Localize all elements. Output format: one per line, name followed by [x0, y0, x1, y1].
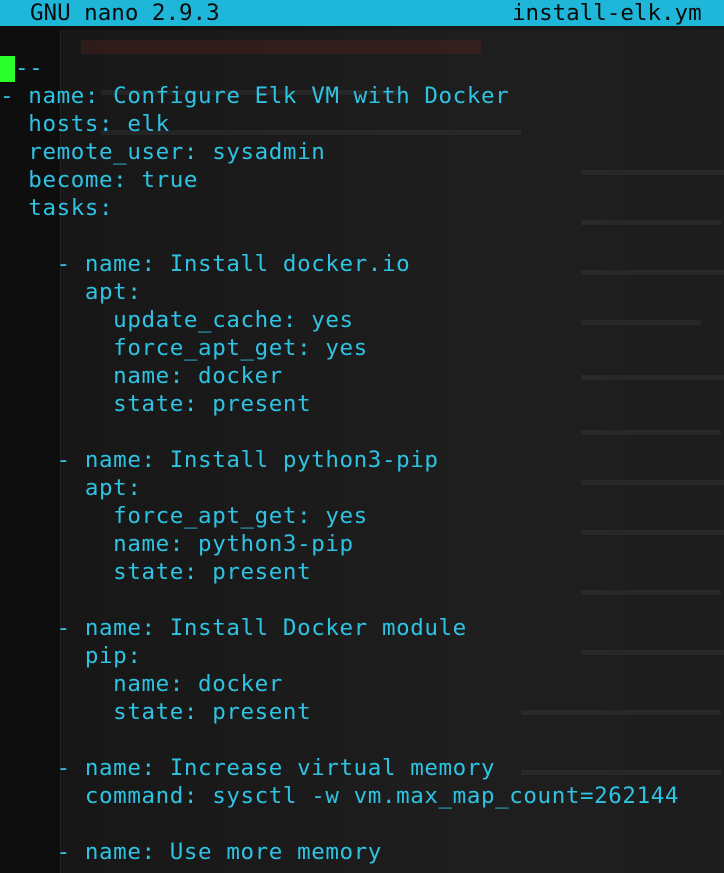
editor-line[interactable]: hosts: elk — [0, 110, 170, 138]
editor-line[interactable]: tasks: — [0, 194, 113, 222]
editor-line[interactable]: -- — [15, 54, 43, 82]
editor-line[interactable]: name: python3-pip — [0, 530, 354, 558]
editor-line[interactable]: - name: Install docker.io — [0, 250, 410, 278]
editor-line[interactable]: - name: Install Docker module — [0, 614, 467, 642]
editor-area[interactable]: -- - name: Configure Elk VM with Docker … — [0, 54, 724, 873]
editor-line[interactable]: name: docker — [0, 670, 283, 698]
editor-line[interactable]: apt: — [0, 278, 141, 306]
file-name: install-elk.ym — [512, 0, 702, 26]
editor-line[interactable]: apt: — [0, 474, 141, 502]
editor-line[interactable]: - name: Increase virtual memory — [0, 754, 495, 782]
editor-line[interactable]: become: true — [0, 166, 198, 194]
editor-line[interactable]: state: present — [0, 390, 311, 418]
editor-line[interactable]: remote_user: sysadmin — [0, 138, 325, 166]
editor-line[interactable]: name: docker — [0, 362, 283, 390]
editor-line[interactable]: state: present — [0, 698, 311, 726]
app-name: GNU nano 2.9.3 — [30, 0, 220, 26]
editor-line[interactable]: command: sysctl -w vm.max_map_count=2621… — [0, 782, 679, 810]
editor-line[interactable]: - name: Use more memory — [0, 838, 382, 866]
editor-line[interactable]: force_apt_get: yes — [0, 334, 368, 362]
nano-title-bar: GNU nano 2.9.3 install-elk.ym — [0, 0, 724, 26]
editor-line[interactable]: update_cache: yes — [0, 306, 354, 334]
editor-line[interactable]: - name: Install python3-pip — [0, 446, 439, 474]
editor-line[interactable]: force_apt_get: yes — [0, 502, 368, 530]
editor-line[interactable]: state: present — [0, 558, 311, 586]
terminal-window: GNU nano 2.9.3 install-elk.ym -- - name:… — [0, 0, 724, 873]
editor-line[interactable]: - name: Configure Elk VM with Docker — [0, 82, 509, 110]
editor-line[interactable]: pip: — [0, 642, 141, 670]
